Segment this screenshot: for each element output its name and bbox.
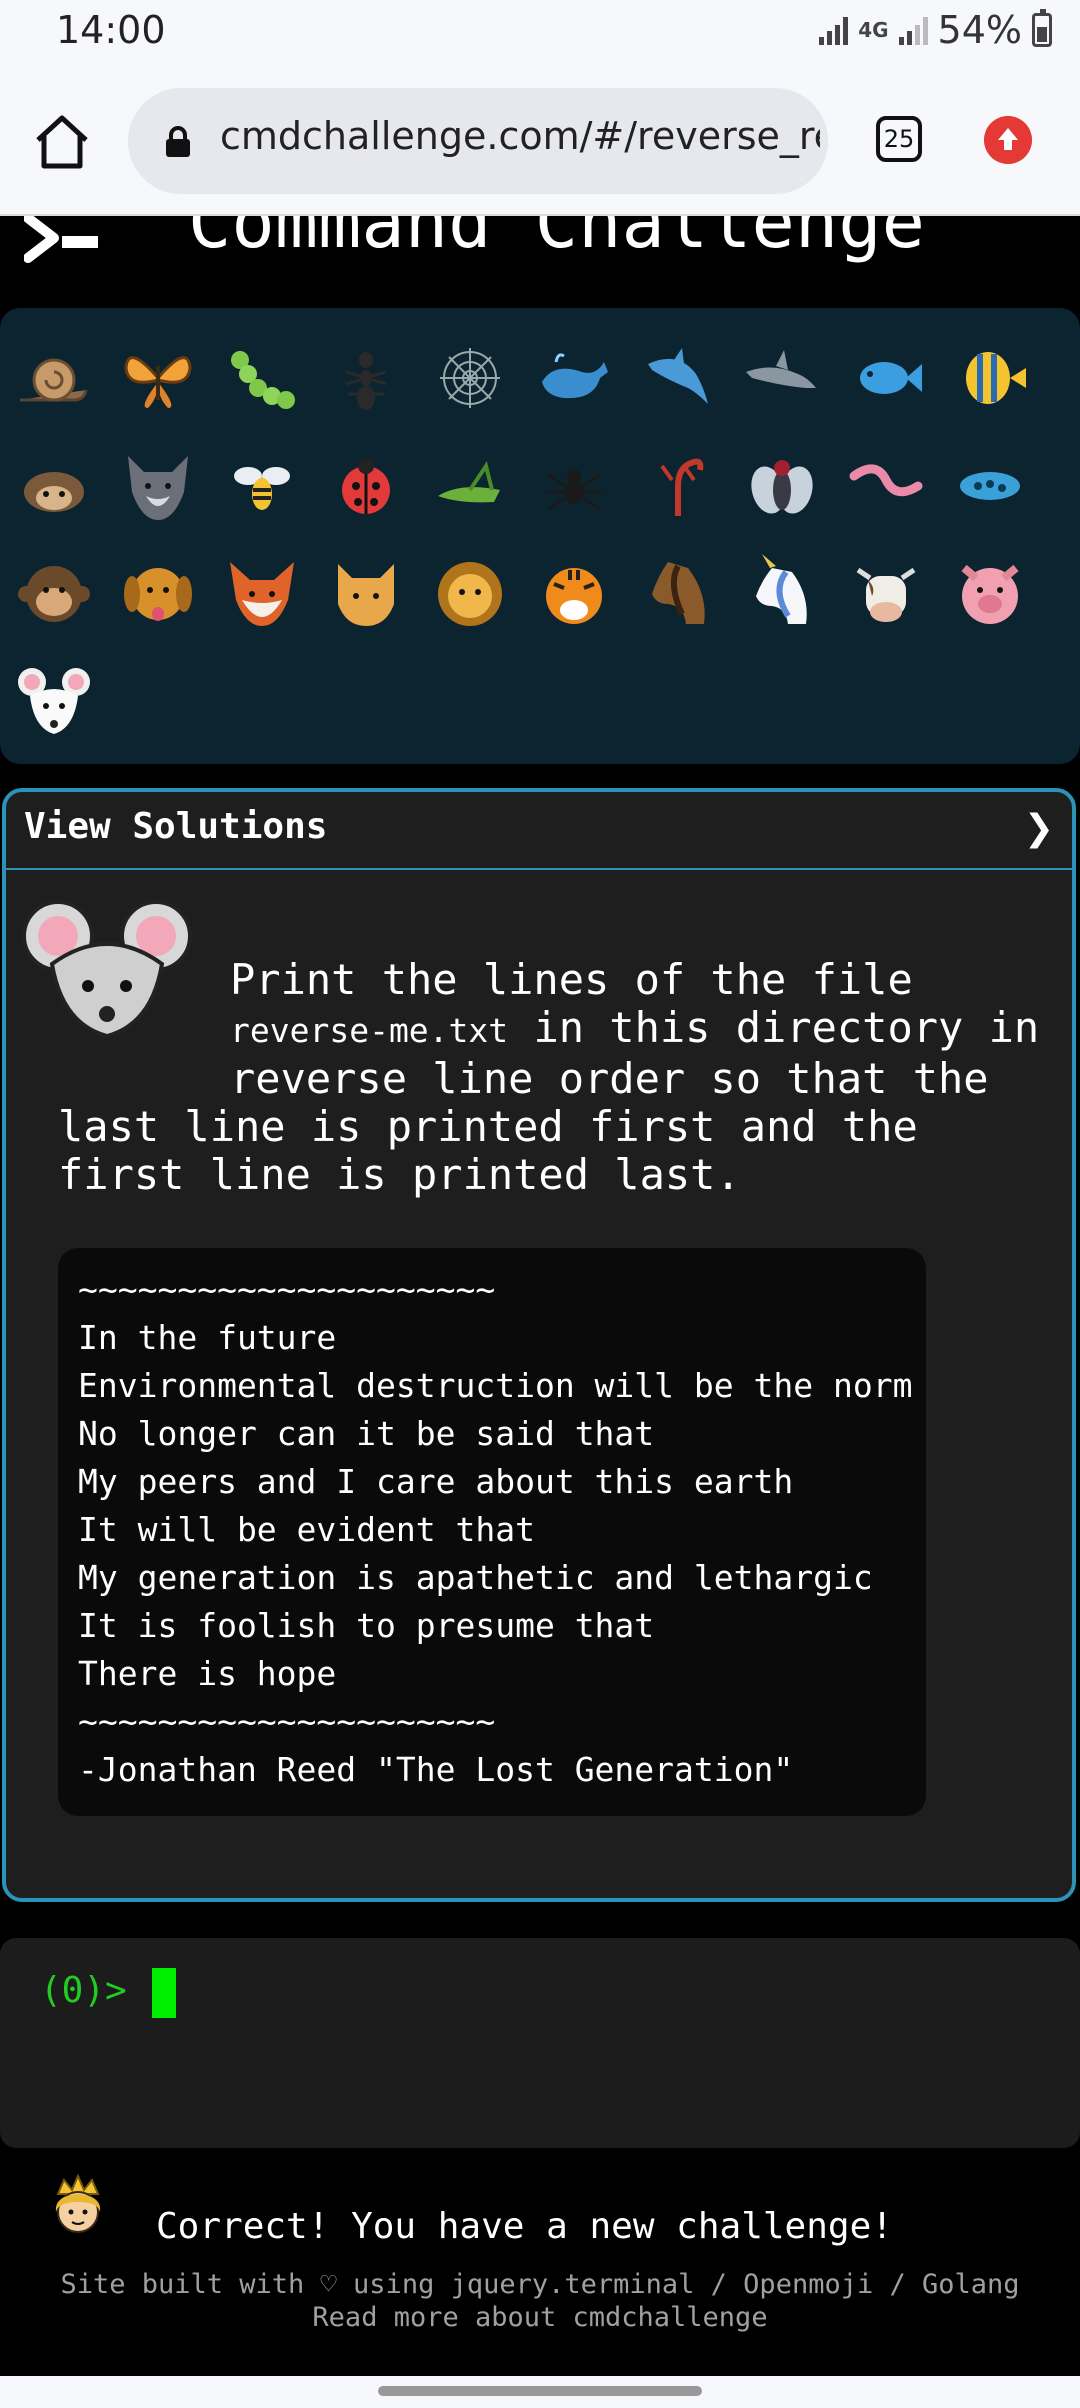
challenge-panel: View Solutions ❯ Print the lines of the …: [2, 788, 1076, 1902]
snail-icon[interactable]: [14, 338, 94, 418]
tiger-icon[interactable]: [534, 554, 614, 634]
dog-icon[interactable]: [118, 554, 198, 634]
hedgehog-icon[interactable]: [14, 446, 94, 526]
url-text: cmdchallenge.com/#/reverse_reac: [220, 114, 820, 158]
instruction-line-4: last line is printed first and the: [58, 1102, 918, 1151]
file-line: My peers and I care about this earth: [78, 1462, 794, 1501]
challenge-emoji-grid: [0, 308, 1080, 764]
status-indicators: 4G 54%: [819, 8, 1052, 52]
status-message: Correct! You have a new challenge!: [156, 2206, 893, 2247]
site-footer: Site built with ♡ using jquery.terminal …: [0, 2268, 1080, 2334]
file-line: There is hope: [78, 1654, 337, 1693]
file-line: It will be evident that: [78, 1510, 535, 1549]
footer-credits[interactable]: Site built with ♡ using jquery.terminal …: [0, 2268, 1080, 2301]
address-bar[interactable]: cmdchallenge.com/#/reverse_reac: [128, 88, 828, 194]
terminal-prompt: (0)>: [40, 1970, 127, 2011]
file-line: -Jonathan Reed "The Lost Generation": [78, 1750, 794, 1789]
terminal-input[interactable]: (0)>: [0, 1938, 1080, 2148]
princess-icon: [55, 2173, 101, 2233]
battery-percent: 54%: [937, 8, 1022, 52]
file-line: ~~~~~~~~~~~~~~~~~~~~~: [78, 1702, 496, 1741]
view-solutions-toggle[interactable]: View Solutions ❯: [6, 792, 1072, 870]
dolphin-icon[interactable]: [638, 338, 718, 418]
terminal-prompt-icon: [24, 216, 98, 263]
footer-about-link[interactable]: Read more about cmdchallenge: [0, 2301, 1080, 2334]
cat-icon[interactable]: [326, 554, 406, 634]
wolf-icon[interactable]: [118, 446, 198, 526]
mouse-icon[interactable]: [14, 662, 94, 742]
spider-icon[interactable]: [534, 446, 614, 526]
pig-icon[interactable]: [950, 554, 1030, 634]
lock-icon: [166, 126, 190, 157]
lion-icon[interactable]: [430, 554, 510, 634]
horse-icon[interactable]: [638, 554, 718, 634]
file-line: My generation is apathetic and lethargic: [78, 1558, 873, 1597]
fox-icon[interactable]: [222, 554, 302, 634]
microbe-icon[interactable]: [950, 446, 1030, 526]
spider-web-icon[interactable]: [430, 338, 510, 418]
challenge-instructions: Print the lines of the file reverse-me.t…: [58, 956, 1058, 1199]
ant-icon[interactable]: [326, 338, 406, 418]
butterfly-icon[interactable]: [118, 338, 198, 418]
home-icon[interactable]: [30, 110, 94, 174]
fish-icon[interactable]: [846, 338, 926, 418]
whale-icon[interactable]: [534, 338, 614, 418]
cow-icon[interactable]: [846, 554, 926, 634]
grasshopper-icon[interactable]: [430, 446, 510, 526]
system-nav-bar: [0, 2376, 1080, 2408]
file-line: Environmental destruction will be the no…: [78, 1366, 913, 1405]
status-time: 14:00: [56, 8, 166, 52]
instruction-line-5: first line is printed last.: [58, 1150, 741, 1199]
signal-icon-2: [898, 15, 928, 45]
instruction-line-2-rest: in this directory in: [508, 1003, 1040, 1052]
gesture-handle[interactable]: [378, 2386, 702, 2396]
status-bar: 14:00 4G 54%: [0, 0, 1080, 68]
file-line: It is foolish to presume that: [78, 1606, 655, 1645]
terminal-cursor: [152, 1968, 176, 2018]
instruction-line-3: reverse line order so that the: [230, 1054, 989, 1103]
browser-toolbar: cmdchallenge.com/#/reverse_reac 25: [0, 68, 1080, 216]
site-header: Command Challenge: [0, 216, 1080, 306]
caterpillar-icon[interactable]: [222, 338, 302, 418]
file-line: In the future: [78, 1318, 337, 1357]
monkey-icon[interactable]: [14, 554, 94, 634]
file-contents-block: ~~~~~~~~~~~~~~~~~~~~~ In the future Envi…: [58, 1248, 926, 1816]
unicorn-icon[interactable]: [742, 554, 822, 634]
page-content: Command Challenge View Solutions ❯ Print…: [0, 216, 1080, 2408]
tab-switcher-button[interactable]: 25: [876, 116, 922, 162]
shark-icon[interactable]: [742, 338, 822, 418]
page-title: Command Challenge: [188, 216, 925, 264]
file-line: No longer can it be said that: [78, 1414, 655, 1453]
signal-icon: [819, 15, 849, 45]
tropical-fish-icon[interactable]: [950, 338, 1030, 418]
chevron-right-icon: ❯: [1023, 808, 1054, 849]
scorpion-icon[interactable]: [638, 446, 718, 526]
instruction-line-2: reverse-me.txt in this directory in: [58, 1004, 1058, 1055]
update-icon[interactable]: [984, 116, 1032, 164]
file-line: ~~~~~~~~~~~~~~~~~~~~~: [78, 1270, 496, 1309]
instruction-line-1: Print the lines of the file: [230, 955, 913, 1004]
ladybug-icon[interactable]: [326, 446, 406, 526]
view-solutions-label: View Solutions: [24, 806, 328, 847]
worm-icon[interactable]: [846, 446, 926, 526]
instruction-filename: reverse-me.txt: [230, 1011, 509, 1050]
fly-icon[interactable]: [742, 446, 822, 526]
bee-icon[interactable]: [222, 446, 302, 526]
network-type: 4G: [858, 18, 889, 42]
battery-icon: [1032, 9, 1052, 47]
